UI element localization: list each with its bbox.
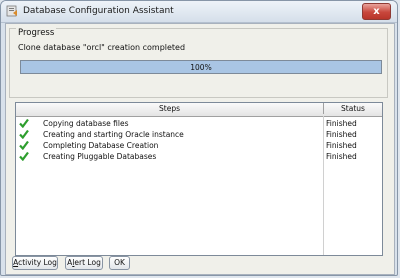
progress-group: Progress Clone database "orcl" creation …	[9, 28, 388, 98]
table-row[interactable]: Creating and starting Oracle instance Fi…	[16, 129, 382, 140]
step-status: Finished	[326, 141, 357, 150]
alert-log-label: ert Log	[74, 258, 101, 267]
progress-bar: 100%	[20, 60, 382, 74]
main-panel: Progress Clone database "orcl" creation …	[5, 23, 395, 275]
table-header: Steps Status	[16, 103, 382, 117]
alert-log-button[interactable]: Alert Log	[65, 256, 103, 270]
ok-button[interactable]: OK	[109, 256, 130, 270]
step-status: Finished	[326, 119, 357, 128]
step-label: Completing Database Creation	[43, 141, 159, 150]
step-status: Finished	[326, 152, 357, 161]
dbca-window: Database Configuration Assistant x Progr…	[0, 0, 398, 276]
step-label: Creating Pluggable Databases	[43, 152, 157, 161]
progress-percent: 100%	[190, 63, 212, 72]
window-title: Database Configuration Assistant	[23, 6, 174, 16]
check-icon	[19, 151, 29, 161]
activity-log-label: ctivity Log	[18, 258, 57, 267]
table-row[interactable]: Creating Pluggable Databases Finished	[16, 151, 382, 162]
step-label: Copying database files	[43, 119, 129, 128]
column-header-steps[interactable]: Steps	[16, 103, 324, 114]
activity-log-button[interactable]: Activity Log	[12, 256, 58, 270]
table-row[interactable]: Completing Database Creation Finished	[16, 140, 382, 151]
progress-group-label: Progress	[16, 28, 57, 38]
check-icon	[19, 129, 29, 139]
table-row[interactable]: Copying database files Finished	[16, 118, 382, 129]
column-header-status[interactable]: Status	[324, 103, 382, 114]
title-bar[interactable]: Database Configuration Assistant x	[1, 1, 397, 23]
step-status: Finished	[326, 130, 357, 139]
progress-status-text: Clone database "orcl" creation completed	[18, 43, 186, 52]
check-icon	[19, 140, 29, 150]
step-label: Creating and starting Oracle instance	[43, 130, 184, 139]
app-icon	[6, 5, 17, 17]
close-button[interactable]: x	[362, 3, 391, 20]
steps-table[interactable]: Steps Status Copying database files Fini…	[15, 102, 383, 256]
check-icon	[19, 118, 29, 128]
